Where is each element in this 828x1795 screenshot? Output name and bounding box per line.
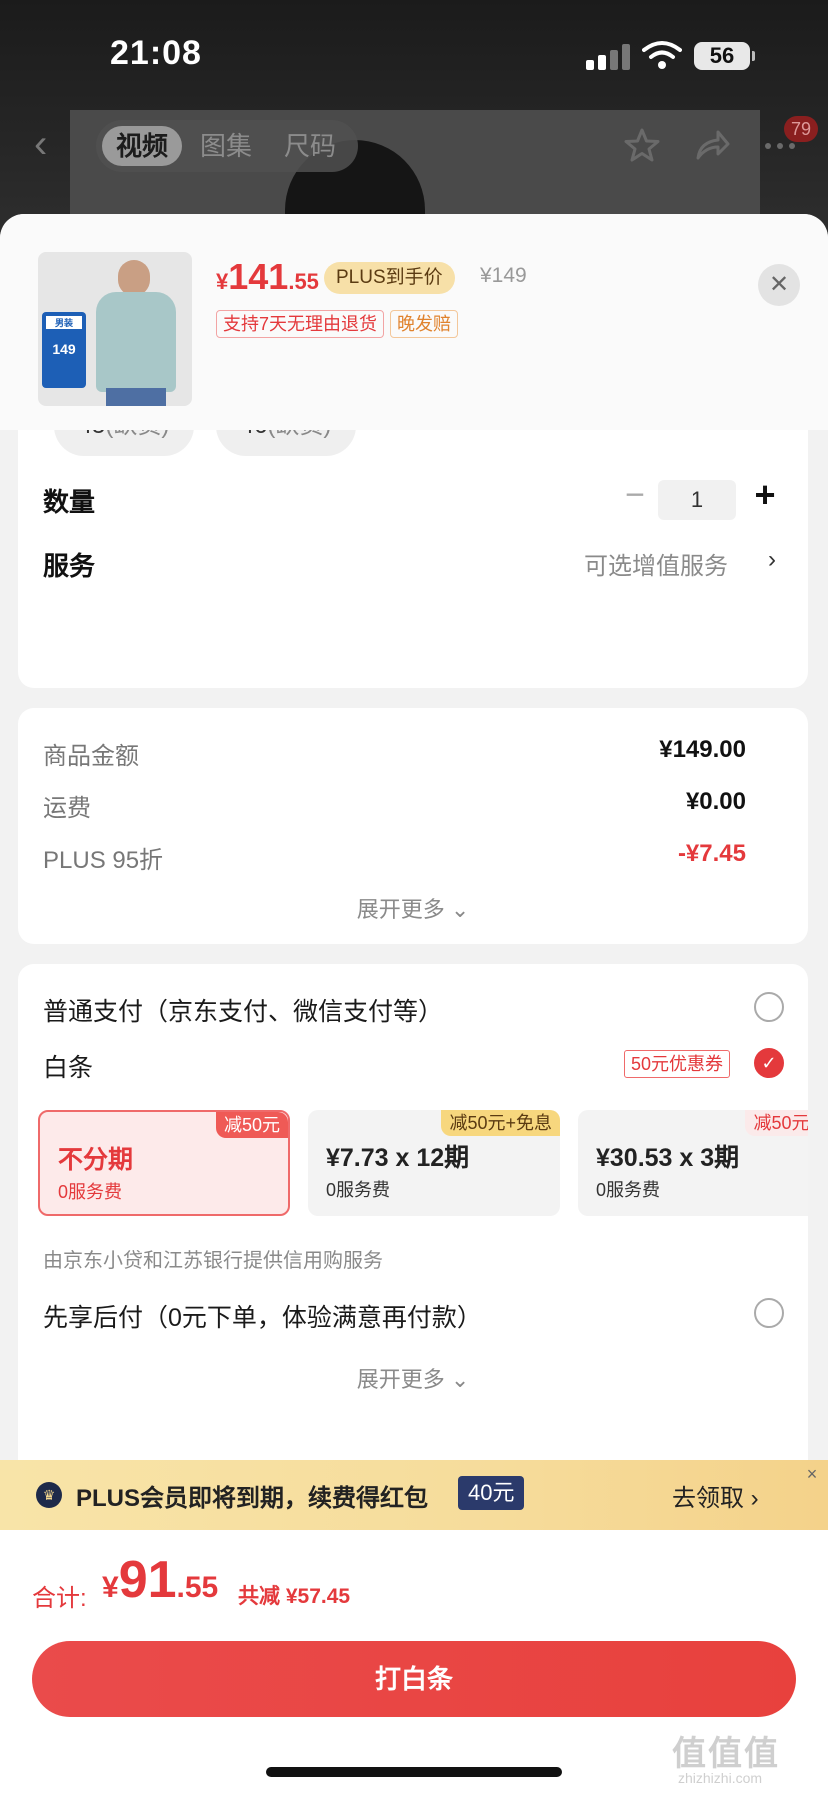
plan-no-installment[interactable]: 减50元 不分期 0服务费	[38, 1110, 290, 1216]
credit-provider-note: 由京东小贷和江苏银行提供信用购服务	[43, 1250, 383, 1272]
back-arrow-icon[interactable]: ‹	[34, 124, 70, 164]
payment-card: 普通支付（京东支付、微信支付等） 白条 50元优惠券 ✓ 减50元 不分期 0服…	[18, 964, 808, 1494]
plus-claim-link[interactable]: 去领取 ›	[672, 1478, 759, 1513]
cost-value-shipping: ¥0.00	[685, 788, 746, 815]
checkout-footer: 合计: ¥91.55 共减 ¥57.45 打白条 值值值 zhizhizhi.c…	[0, 1530, 828, 1795]
star-icon[interactable]	[622, 126, 662, 166]
cost-label-plus-discount: PLUS 95折	[43, 847, 164, 874]
plus-price-label: PLUS到手价	[324, 262, 455, 294]
cost-value-plus-discount: -¥7.45	[677, 840, 746, 867]
thumbnail-price: 149	[52, 341, 76, 357]
product-top-nav: ‹ 视频 图集 尺码	[0, 110, 828, 180]
price-decimal: .55	[288, 269, 319, 294]
total-integer: 91	[118, 1551, 177, 1609]
cost-summary-card: 商品金额 ¥149.00 运费 ¥0.00 PLUS 95折 -¥7.45 展开…	[18, 708, 808, 944]
chevron-right-icon: ›	[768, 546, 776, 573]
service-label: 服务	[43, 551, 96, 581]
original-price: ¥149	[480, 264, 527, 287]
pay-with-baitiao-button[interactable]: 打白条	[32, 1641, 796, 1717]
value-added-service-link[interactable]: 可选增值服务	[584, 546, 728, 581]
payment-normal-radio[interactable]	[754, 992, 784, 1022]
payment-baitiao-radio[interactable]: ✓	[754, 1048, 784, 1078]
plan-title: ¥30.53 x 3期	[596, 1144, 740, 1172]
cellular-signal-icon	[586, 44, 632, 70]
total-saved: 共减 ¥57.45	[238, 1585, 351, 1608]
plus-red-packet-amount: 40元	[458, 1476, 525, 1510]
battery-indicator: 56	[694, 42, 755, 70]
plan-fee: 0服务费	[326, 1180, 391, 1200]
payment-normal-label: 普通支付（京东支付、微信支付等）	[43, 998, 444, 1026]
expand-more-payment[interactable]: 展开更多 ⌄	[18, 1362, 808, 1394]
price-currency: ¥	[216, 269, 229, 294]
total-currency: ¥	[102, 1571, 119, 1604]
tab-gallery[interactable]: 图集	[186, 126, 266, 166]
cost-label-goods: 商品金额	[43, 743, 139, 770]
late-delivery-tag: 晚发赔	[390, 310, 458, 338]
payment-later-radio[interactable]	[754, 1298, 784, 1328]
price-integer: 141	[228, 256, 289, 297]
expand-more-cost[interactable]: 展开更多 ⌄	[18, 892, 808, 924]
quantity-input[interactable]: 1	[658, 480, 736, 520]
installment-plans: 减50元 不分期 0服务费 减50元+免息 ¥7.73 x 12期 0服务费 减…	[38, 1110, 808, 1218]
baitiao-coupon-tag: 50元优惠券	[624, 1050, 731, 1078]
wifi-icon	[642, 41, 682, 69]
plus-crown-icon: ♛	[36, 1482, 62, 1508]
plan-fee: 0服务费	[58, 1182, 123, 1202]
total-price: ¥91.55	[102, 1550, 218, 1610]
notification-badge: 79	[784, 116, 818, 142]
status-bar: 21:08 56	[0, 0, 828, 100]
plus-banner-text: PLUS会员即将到期，续费得红包	[76, 1485, 429, 1512]
thumbnail-promo-card: 男装 149	[42, 312, 86, 388]
watermark-url: zhizhizhi.com	[678, 1770, 763, 1786]
thumbnail-brand-tag: 男装	[46, 316, 82, 329]
plan-badge: 减50元+1	[745, 1110, 808, 1136]
return-policy-tag: 支持7天无理由退货	[216, 310, 385, 338]
payment-baitiao-label: 白条	[43, 1054, 94, 1082]
tab-video[interactable]: 视频	[102, 126, 182, 166]
model-shirt	[96, 292, 176, 392]
plan-12-installments[interactable]: 减50元+免息 ¥7.73 x 12期 0服务费	[308, 1110, 560, 1216]
plan-title: 不分期	[58, 1146, 134, 1174]
cost-label-shipping: 运费	[43, 795, 91, 822]
close-icon[interactable]: ×	[802, 1464, 822, 1484]
product-thumbnail: 男装 149	[38, 252, 192, 406]
plan-title: ¥7.73 x 12期	[326, 1144, 470, 1172]
media-tabs: 视频 图集 尺码	[96, 120, 358, 172]
tab-size[interactable]: 尺码	[270, 126, 350, 166]
quantity-minus-button[interactable]: −	[620, 478, 650, 512]
home-indicator	[266, 1767, 562, 1777]
total-label: 合计:	[32, 1585, 87, 1612]
plan-badge: 减50元	[215, 1112, 288, 1138]
plan-badge: 减50元+免息	[441, 1110, 560, 1136]
model-face	[118, 260, 150, 296]
total-decimal: .55	[176, 1571, 219, 1604]
model-jeans	[106, 388, 166, 406]
plus-renewal-banner[interactable]: ♛ PLUS会员即将到期，续费得红包 40元 去领取 › ×	[0, 1460, 828, 1530]
payment-later-label: 先享后付（0元下单，体验满意再付款）	[43, 1304, 482, 1332]
share-icon[interactable]	[692, 126, 732, 166]
close-icon[interactable]: ✕	[758, 264, 800, 306]
quantity-label: 数量	[43, 487, 96, 517]
watermark-logo: 值值值	[672, 1735, 780, 1773]
quantity-plus-button[interactable]: +	[748, 477, 782, 514]
product-header: 男装 149 ¥141.55 PLUS到手价 ¥149 支持7天无理由退货 晚发…	[0, 214, 828, 430]
cost-value-goods: ¥149.00	[659, 736, 746, 763]
status-time: 21:08	[110, 34, 202, 72]
plan-fee: 0服务费	[596, 1180, 661, 1200]
plan-3-installments[interactable]: 减50元+1 ¥30.53 x 3期 0服务费	[578, 1110, 808, 1216]
plus-price: ¥141.55	[216, 256, 319, 298]
